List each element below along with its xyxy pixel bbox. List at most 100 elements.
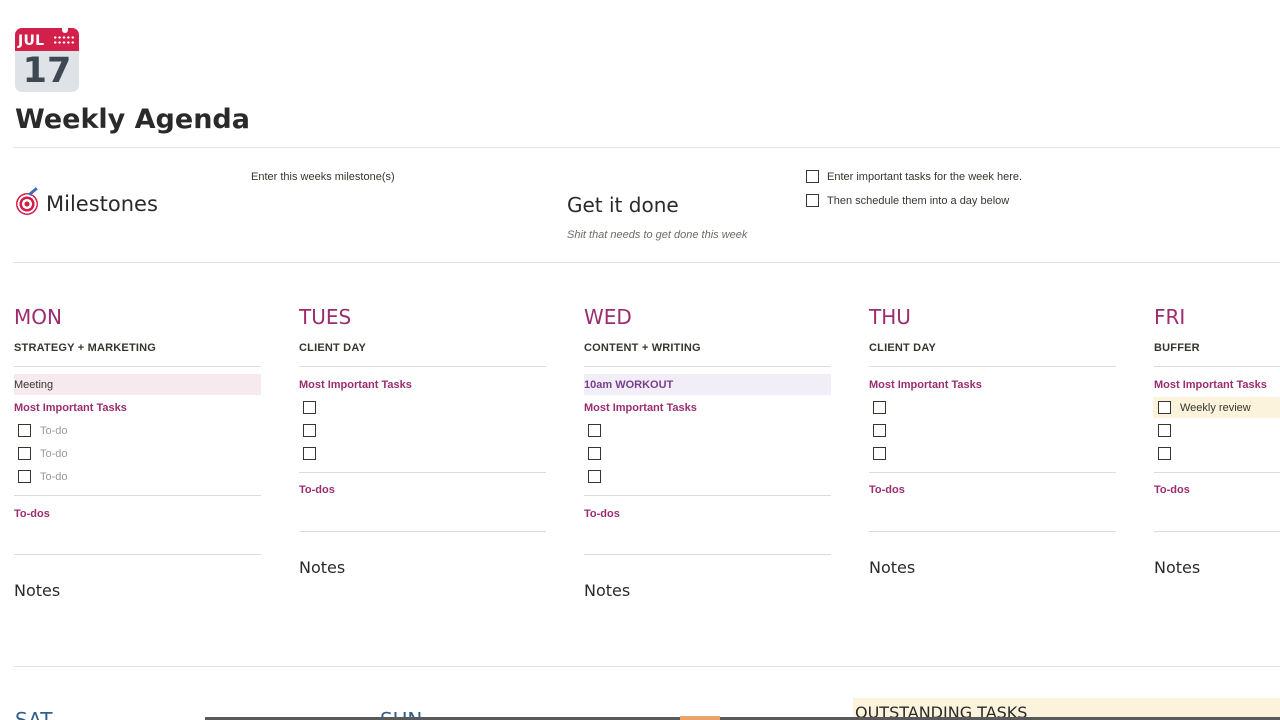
notes-title[interactable]: Notes <box>1154 558 1200 577</box>
divider <box>14 366 261 367</box>
divider <box>869 366 1116 367</box>
todo-item <box>588 424 610 437</box>
target-icon <box>16 193 38 215</box>
notes-title[interactable]: Notes <box>14 581 60 600</box>
notes-title[interactable]: Notes <box>869 558 915 577</box>
get-it-done-subtitle[interactable]: Shit that needs to get done this week <box>567 229 747 241</box>
todo-placeholder[interactable]: To-do <box>40 425 68 437</box>
todo-item: To-do <box>18 470 68 483</box>
todo-item <box>588 447 610 460</box>
todo-item <box>1158 447 1180 460</box>
divider <box>869 531 1116 532</box>
divider <box>1154 472 1280 473</box>
todo-item <box>303 424 325 437</box>
day-column-thu: THU CLIENT DAY Most Important Tasks To-d… <box>869 305 1116 665</box>
todo-item: To-do <box>18 447 68 460</box>
mit-label[interactable]: Most Important Tasks <box>584 402 697 414</box>
todo-item <box>303 401 325 414</box>
todo-checkbox[interactable] <box>303 401 316 414</box>
day-column-mon: MON STRATEGY + MARKETING Meeting Most Im… <box>14 305 261 665</box>
todos-label[interactable]: To-dos <box>1154 484 1190 496</box>
week-task-label[interactable]: Enter important tasks for the week here. <box>827 171 1022 183</box>
calendar-day: 17 <box>22 51 72 91</box>
todo-item <box>1158 424 1180 437</box>
todo-checkbox[interactable] <box>18 424 31 437</box>
mit-label[interactable]: Most Important Tasks <box>14 402 127 414</box>
todo-checkbox[interactable] <box>873 401 886 414</box>
todo-item <box>873 401 895 414</box>
mit-label[interactable]: Most Important Tasks <box>1154 379 1267 391</box>
divider <box>14 495 261 496</box>
day-theme[interactable]: CONTENT + WRITING <box>584 342 701 354</box>
todo-checkbox[interactable] <box>18 470 31 483</box>
get-it-done-title[interactable]: Get it done <box>567 193 679 217</box>
schedule-block[interactable]: 10am WORKOUT <box>584 374 831 395</box>
calendar-icon: JUL 17 <box>15 28 79 92</box>
todo-checkbox[interactable] <box>873 447 886 460</box>
todo-item: To-do <box>18 424 68 437</box>
milestones-hint[interactable]: Enter this weeks milestone(s) <box>251 171 395 183</box>
day-theme[interactable]: CLIENT DAY <box>869 342 936 354</box>
todo-item <box>873 447 895 460</box>
day-theme[interactable]: BUFFER <box>1154 342 1200 354</box>
week-task-checkbox[interactable] <box>806 194 819 207</box>
week-task-label[interactable]: Then schedule them into a day below <box>827 195 1009 207</box>
divider <box>13 262 1280 263</box>
todo-text[interactable]: Weekly review <box>1180 402 1251 414</box>
calendar-month: JUL <box>18 33 45 49</box>
todo-checkbox[interactable] <box>18 447 31 460</box>
day-name[interactable]: FRI <box>1154 305 1185 329</box>
page-title[interactable]: Weekly Agenda <box>15 104 250 135</box>
todo-item: Weekly review <box>1158 401 1251 414</box>
divider <box>299 531 546 532</box>
divider <box>1154 531 1280 532</box>
divider <box>299 366 546 367</box>
day-name[interactable]: TUES <box>299 305 351 329</box>
todo-checkbox[interactable] <box>1158 401 1171 414</box>
todo-placeholder[interactable]: To-do <box>40 448 68 460</box>
todos-label[interactable]: To-dos <box>869 484 905 496</box>
day-column-fri: FRI BUFFER Most Important Tasks Weekly r… <box>1153 305 1280 665</box>
scrollbar-marker <box>680 716 720 720</box>
divider <box>584 366 831 367</box>
day-name[interactable]: MON <box>14 305 62 329</box>
todo-checkbox[interactable] <box>588 447 601 460</box>
week-task-item: Then schedule them into a day below <box>806 194 1009 207</box>
divider <box>1154 366 1280 367</box>
day-theme[interactable]: CLIENT DAY <box>299 342 366 354</box>
day-name[interactable]: WED <box>584 305 632 329</box>
mit-label[interactable]: Most Important Tasks <box>869 379 982 391</box>
todo-checkbox[interactable] <box>588 470 601 483</box>
day-name-sat[interactable]: SAT <box>15 708 52 720</box>
day-column-tues: TUES CLIENT DAY Most Important Tasks To-… <box>299 305 546 665</box>
todo-item <box>873 424 895 437</box>
todo-checkbox[interactable] <box>303 447 316 460</box>
schedule-block[interactable]: Meeting <box>14 374 261 395</box>
todo-checkbox[interactable] <box>1158 424 1171 437</box>
todo-placeholder[interactable]: To-do <box>40 471 68 483</box>
todo-checkbox[interactable] <box>873 424 886 437</box>
mit-label[interactable]: Most Important Tasks <box>299 379 412 391</box>
divider <box>13 666 1280 667</box>
todos-label[interactable]: To-dos <box>299 484 335 496</box>
week-task-item: Enter important tasks for the week here. <box>806 170 1022 183</box>
notes-title[interactable]: Notes <box>584 581 630 600</box>
week-task-checkbox[interactable] <box>806 170 819 183</box>
day-theme[interactable]: STRATEGY + MARKETING <box>14 342 156 354</box>
todo-checkbox[interactable] <box>303 424 316 437</box>
todo-checkbox[interactable] <box>1158 447 1171 460</box>
divider <box>299 472 546 473</box>
divider <box>14 554 261 555</box>
todo-item <box>303 447 325 460</box>
todos-label[interactable]: To-dos <box>584 508 620 520</box>
notes-title[interactable]: Notes <box>299 558 345 577</box>
milestones-title[interactable]: Milestones <box>46 192 158 216</box>
todos-label[interactable]: To-dos <box>14 508 50 520</box>
divider <box>869 472 1116 473</box>
todo-item <box>588 470 610 483</box>
day-name[interactable]: THU <box>869 305 911 329</box>
divider <box>584 495 831 496</box>
calendar-header: JUL <box>15 28 79 51</box>
todo-checkbox[interactable] <box>588 424 601 437</box>
divider <box>13 147 1280 148</box>
